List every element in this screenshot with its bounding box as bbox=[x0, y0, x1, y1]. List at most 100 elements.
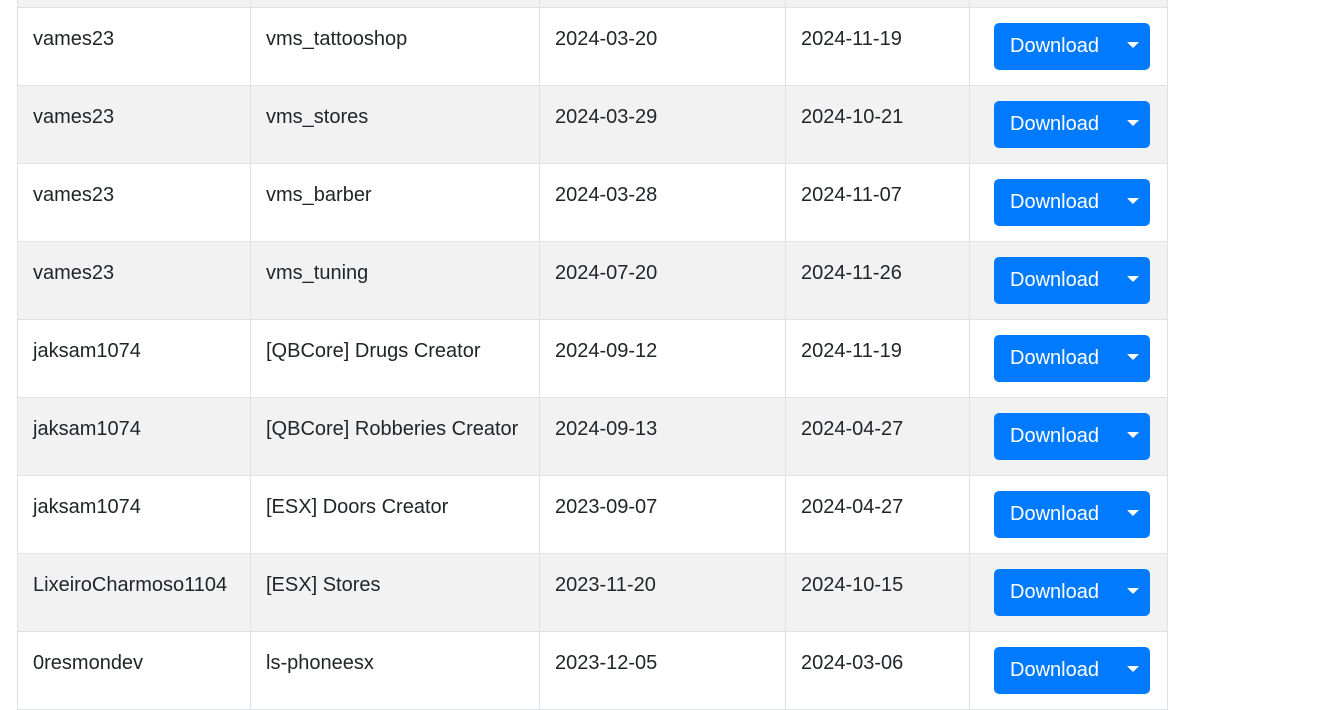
download-button-group: Download bbox=[994, 413, 1150, 460]
caret-down-icon bbox=[1126, 276, 1139, 282]
resource-name-cell: [QBCore] Drugs Creator bbox=[250, 319, 540, 398]
download-button[interactable]: Download bbox=[994, 335, 1115, 382]
download-options-toggle[interactable] bbox=[1114, 569, 1150, 616]
actions-cell: Download bbox=[969, 631, 1168, 710]
author-cell: LixeiroCharmoso1104 bbox=[17, 553, 251, 632]
download-button-group: Download bbox=[994, 647, 1150, 694]
updated-date-cell: 2024-04-27 bbox=[785, 397, 970, 476]
caret-down-icon bbox=[1126, 354, 1139, 360]
download-options-toggle[interactable] bbox=[1114, 257, 1150, 304]
caret-down-icon bbox=[1126, 432, 1139, 438]
updated-date-cell-text: 2024-11-07 bbox=[801, 184, 902, 206]
created-date-cell: 2024-03-28 bbox=[539, 163, 786, 242]
author-cell-text: vames23 bbox=[33, 262, 115, 284]
actions-cell: Download bbox=[969, 319, 1168, 398]
resource-name-cell bbox=[250, 0, 540, 8]
actions-cell bbox=[969, 0, 1168, 8]
resource-name-cell: vms_stores bbox=[250, 85, 540, 164]
download-button-group: Download bbox=[994, 569, 1150, 616]
download-button[interactable]: Download bbox=[994, 569, 1115, 616]
created-date-cell-text: 2023-11-20 bbox=[555, 574, 656, 596]
author-cell: jaksam1074 bbox=[17, 475, 251, 554]
author-cell-text: vames23 bbox=[33, 184, 115, 206]
created-date-cell-text: 2024-03-28 bbox=[555, 184, 658, 206]
resource-name-cell-text: [QBCore] Robberies Creator bbox=[266, 418, 519, 440]
created-date-cell: 2023-09-07 bbox=[539, 475, 786, 554]
resource-name-cell: [QBCore] Robberies Creator bbox=[250, 397, 540, 476]
created-date-cell bbox=[539, 0, 786, 8]
author-cell: vames23 bbox=[17, 85, 251, 164]
download-options-toggle[interactable] bbox=[1114, 23, 1150, 70]
download-options-toggle[interactable] bbox=[1114, 335, 1150, 382]
updated-date-cell: 2024-11-07 bbox=[785, 163, 970, 242]
created-date-cell: 2024-09-12 bbox=[539, 319, 786, 398]
download-options-toggle[interactable] bbox=[1114, 647, 1150, 694]
resource-name-cell-text: [ESX] Doors Creator bbox=[266, 496, 449, 518]
caret-down-icon bbox=[1126, 588, 1139, 594]
created-date-cell: 2024-03-29 bbox=[539, 85, 786, 164]
resources-table-container: vames23 vms_tattooshop 2024-03-20 2024-11-1… bbox=[17, 0, 1168, 710]
actions-cell: Download bbox=[969, 397, 1168, 476]
download-button[interactable]: Download bbox=[994, 257, 1115, 304]
author-cell: vames23 bbox=[17, 163, 251, 242]
author-cell: 0resmondev bbox=[17, 631, 251, 710]
author-cell-text: vames23 bbox=[33, 28, 115, 50]
updated-date-cell: 2024-04-27 bbox=[785, 475, 970, 554]
table-row: jaksam1074 [QBCore] Drugs Creator 2024-09-… bbox=[17, 319, 1168, 398]
created-date-cell-text: 2024-09-12 bbox=[555, 340, 658, 362]
created-date-cell-text: 2024-03-20 bbox=[555, 28, 658, 50]
table-row: jaksam1074 [QBCore] Robberies Creator 2024… bbox=[17, 397, 1168, 476]
download-button[interactable]: Download bbox=[994, 179, 1115, 226]
author-cell: jaksam1074 bbox=[17, 397, 251, 476]
table-row: jaksam1074 [ESX] Doors Creator 2023-09-07 2… bbox=[17, 475, 1168, 554]
download-button[interactable]: Download bbox=[994, 101, 1115, 148]
updated-date-cell: 2024-11-19 bbox=[785, 319, 970, 398]
updated-date-cell-text: 2024-11-19 bbox=[801, 28, 902, 50]
created-date-cell-text: 2024-09-13 bbox=[555, 418, 658, 440]
created-date-cell-text: 2024-07-20 bbox=[555, 262, 658, 284]
updated-date-cell: 2024-11-19 bbox=[785, 7, 970, 86]
download-button[interactable]: Download bbox=[994, 23, 1115, 70]
resource-name-cell: [ESX] Doors Creator bbox=[250, 475, 540, 554]
resource-name-cell-text: vms_tattooshop bbox=[266, 28, 408, 50]
download-button-group: Download bbox=[994, 23, 1150, 70]
download-button[interactable]: Download bbox=[994, 491, 1115, 538]
table-row: LixeiroCharmoso1104 [ESX] Stores 2023-11-2… bbox=[17, 553, 1168, 632]
resource-name-cell: vms_tattooshop bbox=[250, 7, 540, 86]
table-row: vames23 vms_tattooshop 2024-03-20 2024-11-1… bbox=[17, 7, 1168, 86]
created-date-cell: 2024-03-20 bbox=[539, 7, 786, 86]
resource-name-cell-text: [QBCore] Drugs Creator bbox=[266, 340, 481, 362]
author-cell-text: 0resmondev bbox=[33, 652, 144, 674]
author-cell-text: jaksam1074 bbox=[33, 418, 141, 440]
resource-name-cell: vms_tuning bbox=[250, 241, 540, 320]
resource-name-cell-text: ls-phoneesx bbox=[266, 652, 374, 674]
author-cell bbox=[17, 0, 251, 8]
download-options-toggle[interactable] bbox=[1114, 179, 1150, 226]
actions-cell: Download bbox=[969, 163, 1168, 242]
download-button-group: Download bbox=[994, 257, 1150, 304]
author-cell-text: jaksam1074 bbox=[33, 496, 141, 518]
updated-date-cell-text: 2024-03-06 bbox=[801, 652, 904, 674]
caret-down-icon bbox=[1126, 510, 1139, 516]
caret-down-icon bbox=[1126, 198, 1139, 204]
created-date-cell-text: 2024-03-29 bbox=[555, 106, 658, 128]
created-date-cell: 2023-11-20 bbox=[539, 553, 786, 632]
updated-date-cell-text: 2024-10-15 bbox=[801, 574, 904, 596]
table-row: vames23 vms_tuning 2024-07-20 2024-11-26 Dow… bbox=[17, 241, 1168, 320]
author-cell: jaksam1074 bbox=[17, 319, 251, 398]
download-button[interactable]: Download bbox=[994, 647, 1115, 694]
actions-cell: Download bbox=[969, 7, 1168, 86]
download-options-toggle[interactable] bbox=[1114, 491, 1150, 538]
table-row bbox=[17, 0, 1168, 8]
table-body: vames23 vms_tattooshop 2024-03-20 2024-11-1… bbox=[17, 0, 1168, 710]
download-button[interactable]: Download bbox=[994, 413, 1115, 460]
author-cell-text: jaksam1074 bbox=[33, 340, 141, 362]
updated-date-cell-text: 2024-04-27 bbox=[801, 418, 904, 440]
resource-name-cell-text: vms_stores bbox=[266, 106, 369, 128]
download-options-toggle[interactable] bbox=[1114, 413, 1150, 460]
download-options-toggle[interactable] bbox=[1114, 101, 1150, 148]
author-cell: vames23 bbox=[17, 241, 251, 320]
created-date-cell-text: 2023-12-05 bbox=[555, 652, 658, 674]
updated-date-cell: 2024-10-21 bbox=[785, 85, 970, 164]
resource-name-cell-text: vms_barber bbox=[266, 184, 372, 206]
